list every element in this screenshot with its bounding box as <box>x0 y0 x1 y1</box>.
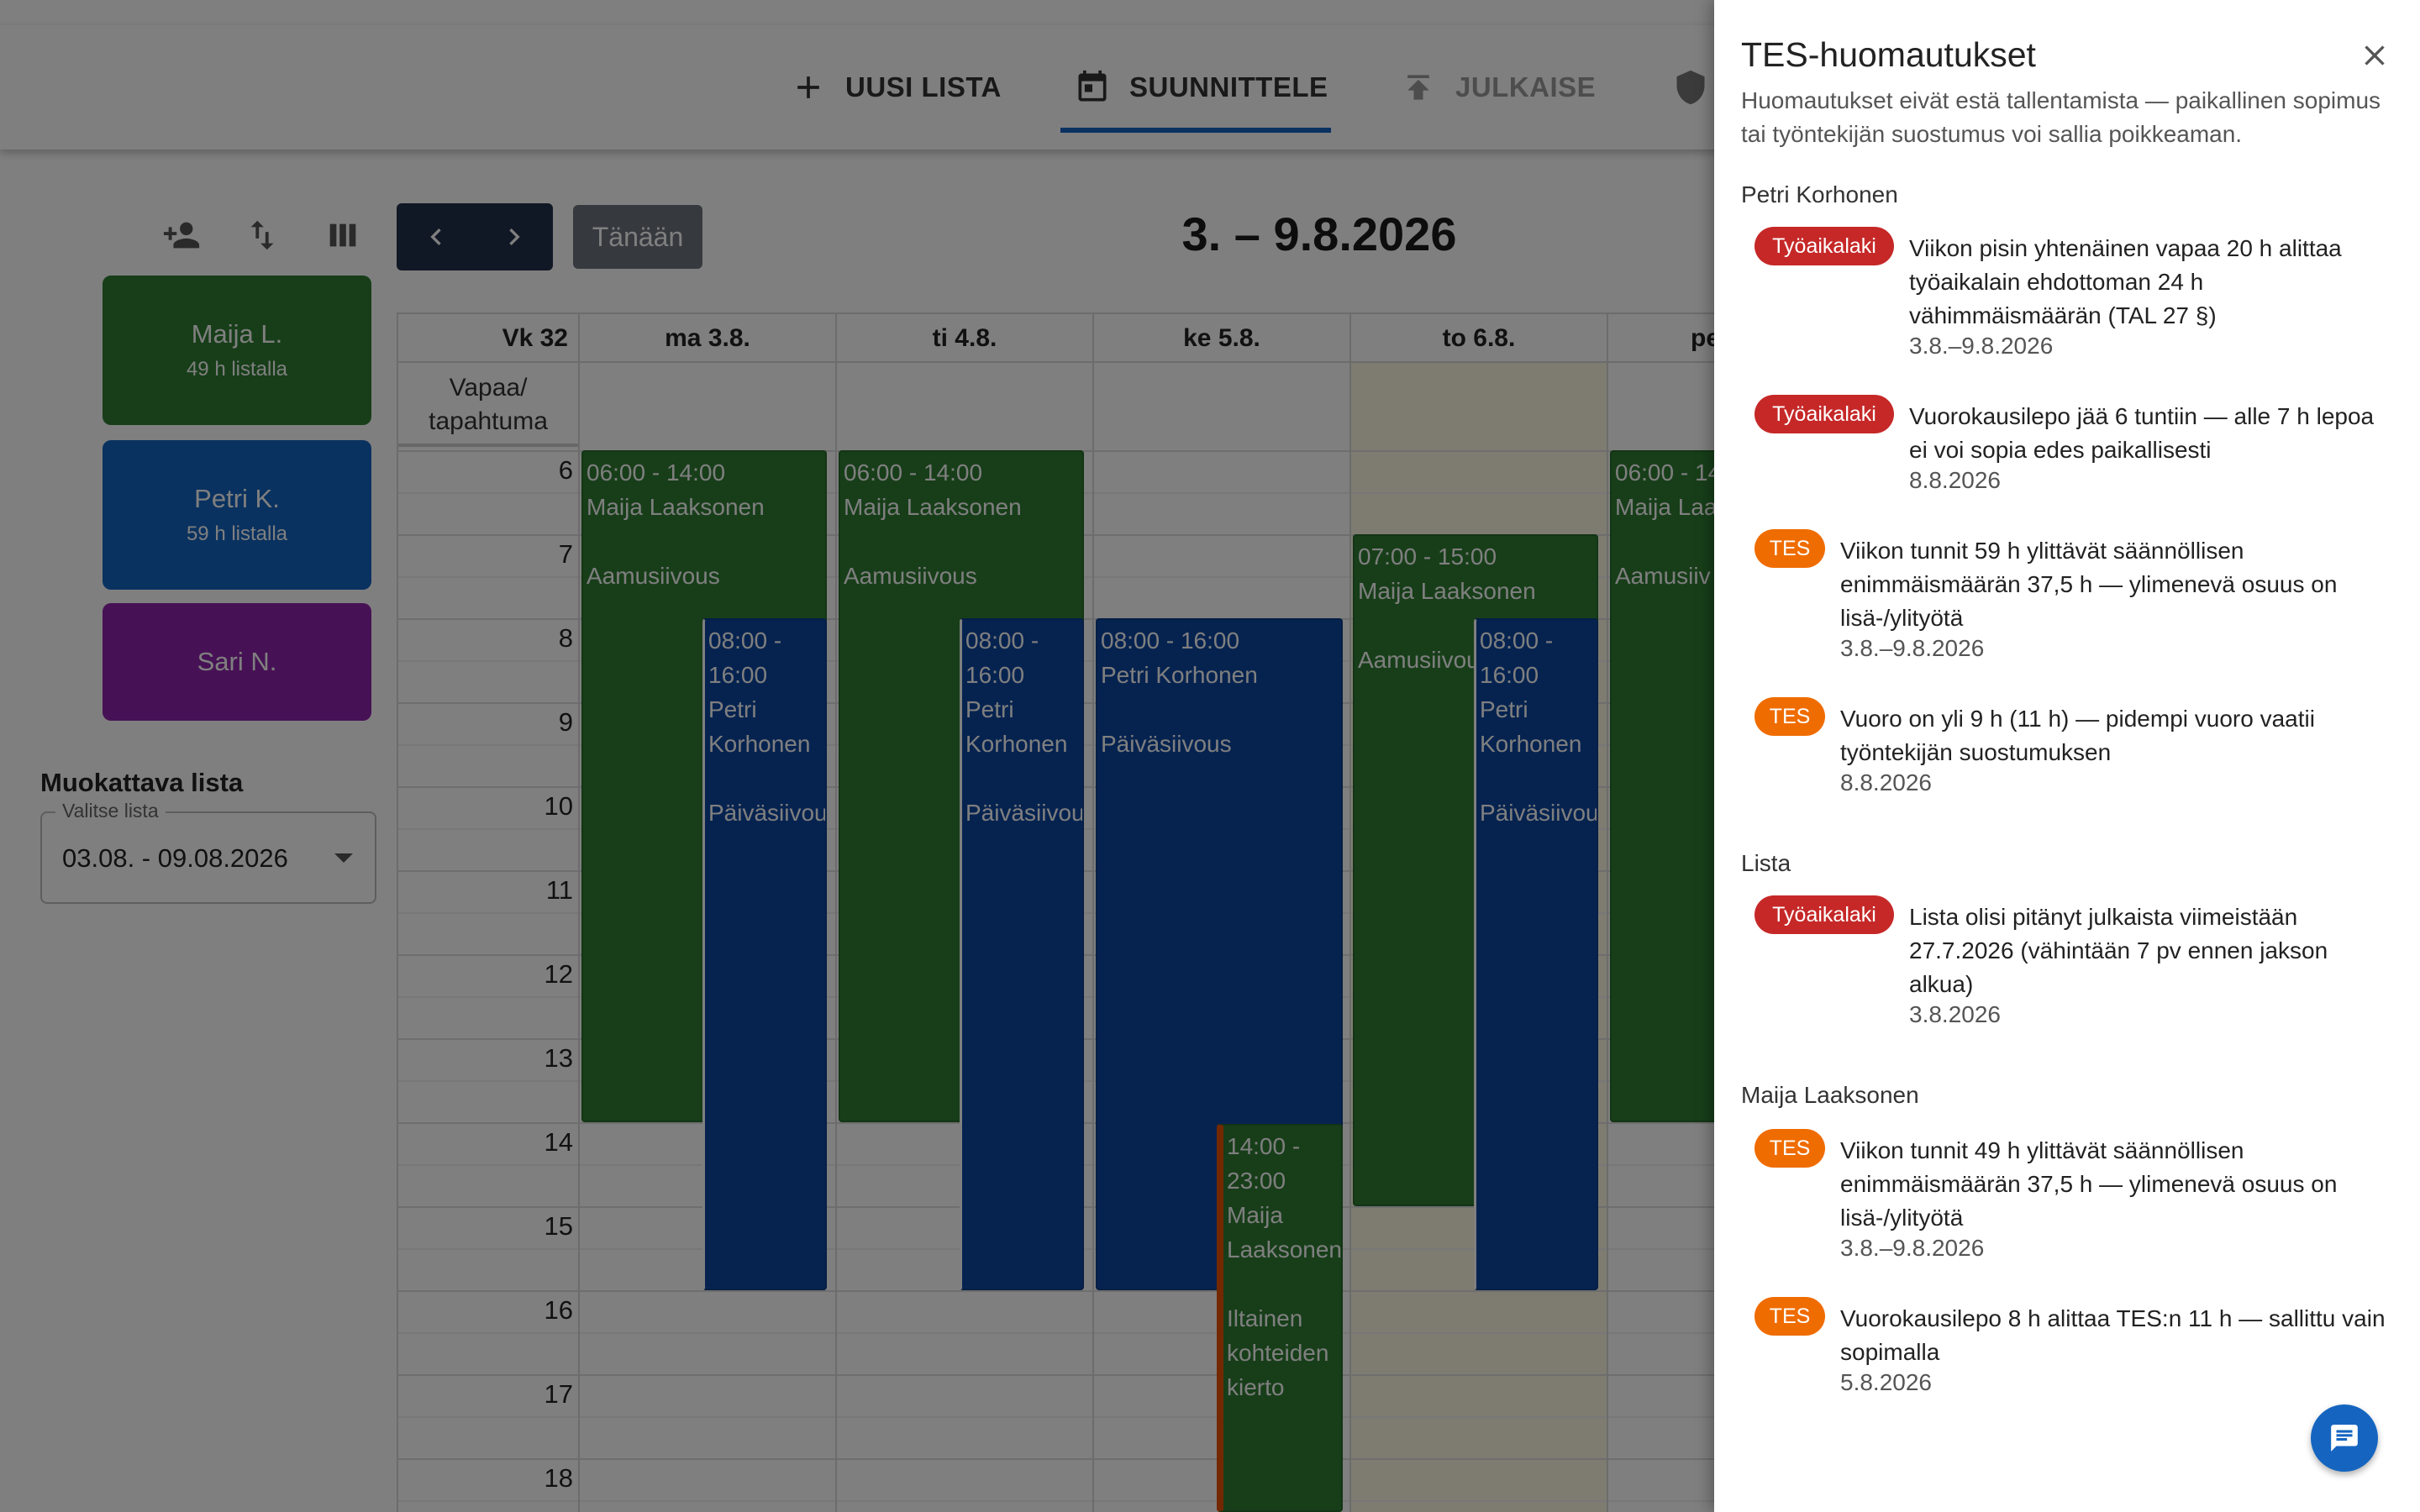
note-text: Viikon tunnit 49 h ylittävät säännöllise… <box>1840 1137 2338 1231</box>
note-date: 3.8.–9.8.2026 <box>1840 1235 1985 1261</box>
note-text: Viikon pisin yhtenäinen vapaa 20 h alitt… <box>1909 235 2342 328</box>
chat-icon <box>2331 1425 2358 1452</box>
note-item: TES Viikon tunnit 59 h ylittävät säännöl… <box>1754 529 2393 662</box>
note-item: Työaikalaki Vuorokausilepo jää 6 tuntiin… <box>1754 395 2393 494</box>
note-text: Lista olisi pitänyt julkaista viimeistää… <box>1909 904 2328 997</box>
tes-badge: TES <box>1754 1297 1825 1336</box>
chat-button[interactable] <box>2311 1404 2378 1472</box>
tes-badge: TES <box>1754 697 1825 736</box>
law-badge: Työaikalaki <box>1754 227 1894 265</box>
drawer-subtitle: Huomautukset eivät estä tallentamista — … <box>1741 87 2381 147</box>
note-item: TES Vuoro on yli 9 h (11 h) — pidempi vu… <box>1754 697 2393 796</box>
tes-badge: TES <box>1754 1129 1825 1168</box>
note-item: TES Viikon tunnit 49 h ylittävät säännöl… <box>1754 1129 2393 1262</box>
tes-notes-drawer: TES-huomautukset Huomautukset eivät estä… <box>1714 0 2420 1512</box>
section-label: Petri Korhonen <box>1741 181 1898 207</box>
note-item: Työaikalaki Viikon pisin yhtenäinen vapa… <box>1754 227 2393 360</box>
note-text: Vuorokausilepo jää 6 tuntiin — alle 7 h … <box>1909 403 2375 463</box>
drawer-title: TES-huomautukset <box>1741 35 2036 74</box>
note-text: Vuorokausilepo 8 h alittaa TES:n 11 h — … <box>1840 1305 2386 1365</box>
law-badge: Työaikalaki <box>1754 395 1894 433</box>
note-text: Viikon tunnit 59 h ylittävät säännöllise… <box>1840 538 2338 631</box>
note-date: 8.8.2026 <box>1840 769 1932 795</box>
note-text: Vuoro on yli 9 h (11 h) — pidempi vuoro … <box>1840 706 2315 765</box>
note-date: 3.8.2026 <box>1909 1001 2001 1027</box>
law-badge: Työaikalaki <box>1754 895 1894 934</box>
section-label: Lista <box>1741 850 1791 876</box>
tes-badge: TES <box>1754 529 1825 568</box>
note-item: Työaikalaki Lista olisi pitänyt julkaist… <box>1754 895 2393 1028</box>
section-label: Maija Laaksonen <box>1741 1082 1919 1108</box>
note-date: 5.8.2026 <box>1840 1369 1932 1395</box>
note-item: TES Vuorokausilepo 8 h alittaa TES:n 11 … <box>1754 1297 2393 1396</box>
close-icon[interactable] <box>2358 39 2391 72</box>
note-date: 3.8.–9.8.2026 <box>1909 333 2054 359</box>
note-date: 3.8.–9.8.2026 <box>1840 635 1985 661</box>
note-date: 8.8.2026 <box>1909 467 2001 493</box>
